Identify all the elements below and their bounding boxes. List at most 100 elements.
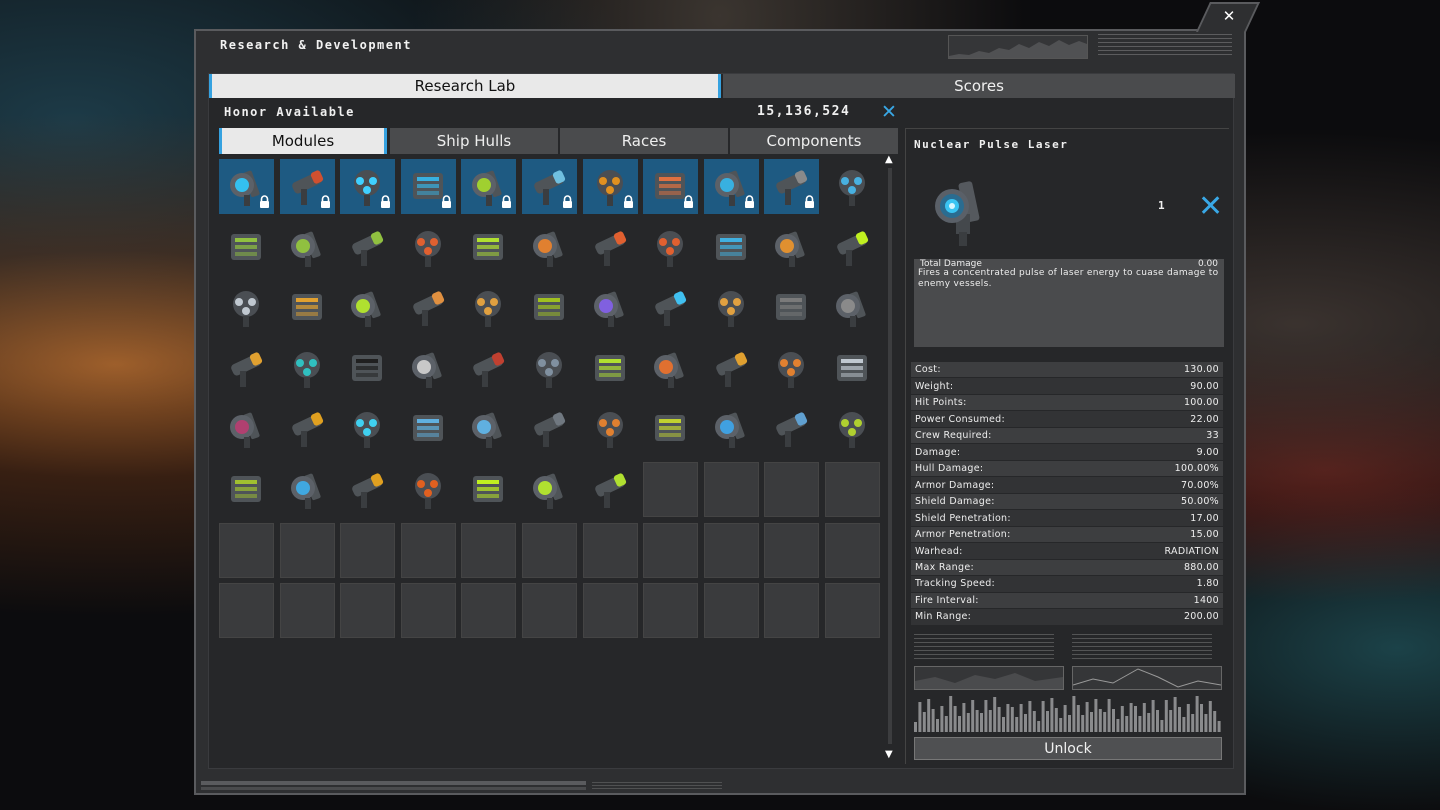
empty-module-slot[interactable]: [643, 462, 698, 517]
module-slot[interactable]: [401, 462, 456, 517]
module-slot[interactable]: [522, 159, 577, 214]
module-slot[interactable]: [219, 341, 274, 396]
module-slot[interactable]: [219, 462, 274, 517]
empty-module-slot[interactable]: [401, 583, 456, 638]
empty-module-slot[interactable]: [704, 523, 759, 578]
module-slot[interactable]: [401, 280, 456, 335]
empty-module-slot[interactable]: [583, 523, 638, 578]
close-button[interactable]: ✕: [1217, 6, 1241, 26]
tab-modules[interactable]: Modules: [219, 128, 387, 154]
empty-module-slot[interactable]: [280, 583, 335, 638]
tab-races[interactable]: Races: [560, 128, 728, 154]
module-slot[interactable]: [583, 280, 638, 335]
module-slot[interactable]: [764, 401, 819, 456]
module-slot[interactable]: [643, 220, 698, 275]
module-slot[interactable]: [340, 341, 395, 396]
module-slot[interactable]: [461, 462, 516, 517]
empty-module-slot[interactable]: [522, 523, 577, 578]
module-slot[interactable]: [401, 341, 456, 396]
empty-module-slot[interactable]: [401, 523, 456, 578]
empty-module-slot[interactable]: [643, 583, 698, 638]
scroll-track[interactable]: [888, 168, 892, 744]
empty-module-slot[interactable]: [583, 583, 638, 638]
module-slot[interactable]: [764, 280, 819, 335]
module-slot[interactable]: [522, 341, 577, 396]
module-slot[interactable]: [764, 220, 819, 275]
module-slot[interactable]: [461, 401, 516, 456]
module-slot[interactable]: [280, 220, 335, 275]
module-slot[interactable]: [583, 341, 638, 396]
empty-module-slot[interactable]: [340, 583, 395, 638]
scroll-down-arrow-icon[interactable]: ▼: [885, 749, 893, 760]
module-slot[interactable]: [219, 220, 274, 275]
tab-components[interactable]: Components: [730, 128, 898, 154]
empty-module-slot[interactable]: [704, 583, 759, 638]
module-slot[interactable]: [340, 462, 395, 517]
module-slot[interactable]: [825, 220, 880, 275]
empty-module-slot[interactable]: [219, 583, 274, 638]
module-slot[interactable]: [583, 220, 638, 275]
module-slot[interactable]: [764, 159, 819, 214]
module-slot[interactable]: [461, 220, 516, 275]
module-slot[interactable]: [461, 341, 516, 396]
module-slot[interactable]: [704, 341, 759, 396]
module-slot[interactable]: [704, 220, 759, 275]
module-slot[interactable]: [340, 401, 395, 456]
empty-module-slot[interactable]: [764, 462, 819, 517]
empty-module-slot[interactable]: [461, 583, 516, 638]
empty-module-slot[interactable]: [825, 583, 880, 638]
empty-module-slot[interactable]: [340, 523, 395, 578]
module-slot[interactable]: [522, 280, 577, 335]
empty-module-slot[interactable]: [280, 523, 335, 578]
module-slot[interactable]: [825, 341, 880, 396]
module-slot[interactable]: [704, 401, 759, 456]
module-slot[interactable]: [583, 462, 638, 517]
empty-module-slot[interactable]: [764, 523, 819, 578]
empty-module-slot[interactable]: [704, 462, 759, 517]
module-slot[interactable]: [522, 462, 577, 517]
scroll-up-arrow-icon[interactable]: ▲: [885, 154, 893, 165]
module-slot[interactable]: [219, 401, 274, 456]
module-slot[interactable]: [340, 159, 395, 214]
empty-module-slot[interactable]: [643, 523, 698, 578]
tab-scores[interactable]: Scores: [723, 74, 1235, 98]
module-slot[interactable]: [583, 401, 638, 456]
module-grid-scrollbar[interactable]: ▲ ▼: [885, 154, 895, 760]
module-slot[interactable]: [280, 159, 335, 214]
module-slot[interactable]: [704, 280, 759, 335]
module-slot[interactable]: [219, 159, 274, 214]
empty-module-slot[interactable]: [461, 523, 516, 578]
module-slot[interactable]: [522, 401, 577, 456]
module-slot[interactable]: [704, 159, 759, 214]
empty-module-slot[interactable]: [219, 523, 274, 578]
module-slot[interactable]: [764, 341, 819, 396]
module-slot[interactable]: [401, 220, 456, 275]
empty-module-slot[interactable]: [764, 583, 819, 638]
module-slot[interactable]: [340, 280, 395, 335]
module-slot[interactable]: [643, 280, 698, 335]
module-slot[interactable]: [280, 462, 335, 517]
module-slot[interactable]: [522, 220, 577, 275]
module-slot[interactable]: [825, 280, 880, 335]
unlock-button[interactable]: Unlock: [914, 737, 1222, 760]
module-slot[interactable]: [643, 341, 698, 396]
module-slot[interactable]: [461, 280, 516, 335]
module-slot[interactable]: [401, 401, 456, 456]
module-slot[interactable]: [583, 159, 638, 214]
module-slot[interactable]: [401, 159, 456, 214]
empty-module-slot[interactable]: [522, 583, 577, 638]
tab-research-lab[interactable]: Research Lab: [209, 74, 721, 98]
module-slot[interactable]: [280, 280, 335, 335]
module-slot[interactable]: [461, 159, 516, 214]
module-slot[interactable]: [280, 401, 335, 456]
module-slot[interactable]: [643, 159, 698, 214]
module-slot[interactable]: [280, 341, 335, 396]
empty-module-slot[interactable]: [825, 523, 880, 578]
empty-module-slot[interactable]: [825, 462, 880, 517]
module-slot[interactable]: [643, 401, 698, 456]
module-slot[interactable]: [825, 401, 880, 456]
tab-ship-hulls[interactable]: Ship Hulls: [390, 128, 558, 154]
module-slot[interactable]: [340, 220, 395, 275]
module-slot[interactable]: [825, 159, 880, 214]
module-slot[interactable]: [219, 280, 274, 335]
